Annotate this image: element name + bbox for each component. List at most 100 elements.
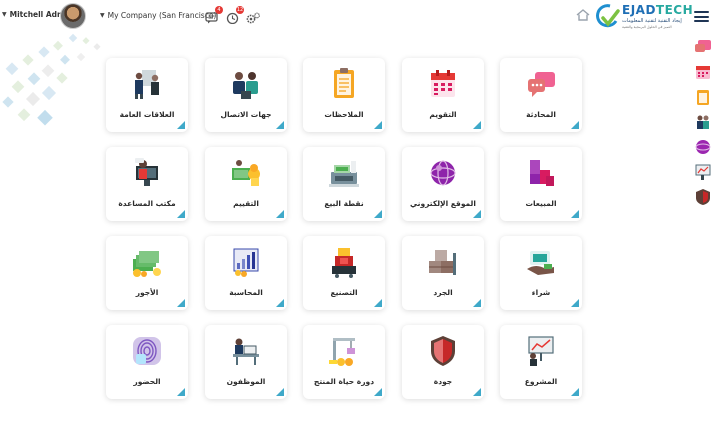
app-label: المحادثة xyxy=(526,110,556,119)
calendar-icon[interactable] xyxy=(694,63,712,81)
avatar[interactable] xyxy=(60,3,86,29)
company-name: My Company (San Francisco) xyxy=(107,11,217,20)
corner-accent xyxy=(571,210,579,218)
calendar-icon xyxy=(431,70,455,97)
app-tile[interactable]: الحضور xyxy=(106,325,188,399)
app-tile[interactable]: التقويم xyxy=(402,58,484,132)
corner-accent xyxy=(177,388,185,396)
messages-badge: 4 xyxy=(215,6,223,14)
rating-money-icon xyxy=(232,160,260,186)
app-label: الموقع الإلكتروني xyxy=(410,199,476,208)
company-switcher[interactable]: ▼ My Company (San Francisco) xyxy=(100,11,216,20)
app-label: جودة xyxy=(433,377,453,386)
app-tile[interactable]: المشروع xyxy=(500,325,582,399)
app-label: الأجور xyxy=(135,288,159,297)
app-label: المشروع xyxy=(524,377,558,386)
corner-accent xyxy=(177,210,185,218)
app-tile[interactable]: العلاقات العامة xyxy=(106,58,188,132)
app-tile[interactable]: الموظفون xyxy=(205,325,287,399)
app-label: المبيعات xyxy=(525,199,557,208)
app-tile[interactable]: الموقع الإلكتروني xyxy=(402,147,484,221)
corner-accent xyxy=(276,299,284,307)
activities-systray[interactable]: 12 xyxy=(226,6,244,25)
activities-badge: 12 xyxy=(236,6,244,14)
corner-accent xyxy=(571,121,579,129)
app-tile[interactable]: المحاسبة xyxy=(205,236,287,310)
chat-bubbles-icon[interactable] xyxy=(694,38,712,56)
settings-systray[interactable] xyxy=(246,9,260,24)
right-app-dock xyxy=(690,38,715,213)
app-label: دورة حياة المنتج xyxy=(313,377,375,386)
gear-icon xyxy=(246,12,260,24)
manufacturing-icon xyxy=(332,248,356,278)
quality-shield-icon xyxy=(431,336,455,366)
quality-shield-icon[interactable] xyxy=(694,188,712,206)
contacts-icon xyxy=(233,72,258,99)
app-label: التصنيع xyxy=(330,288,358,297)
corner-accent xyxy=(473,299,481,307)
app-tile[interactable]: الملاحظات xyxy=(303,58,385,132)
contacts-icon[interactable] xyxy=(694,113,712,131)
corner-accent xyxy=(571,299,579,307)
caret-down-icon: ▼ xyxy=(100,12,105,19)
app-label: جهات الاتصال xyxy=(220,110,272,119)
payroll-money-icon xyxy=(133,251,161,277)
corner-accent xyxy=(177,299,185,307)
corner-accent xyxy=(276,121,284,129)
cash-register-icon xyxy=(329,161,359,187)
messages-systray[interactable]: 4 xyxy=(205,6,223,24)
app-label: نقطة البيع xyxy=(324,199,364,208)
app-label: الجرد xyxy=(433,288,453,297)
corner-accent xyxy=(473,388,481,396)
corner-accent xyxy=(276,388,284,396)
app-label: شراء xyxy=(531,288,551,297)
app-tile[interactable]: المحادثة xyxy=(500,58,582,132)
corner-accent xyxy=(473,210,481,218)
app-label: مكتب المساعدة xyxy=(118,199,176,208)
corner-accent xyxy=(276,210,284,218)
chat-bubbles-icon xyxy=(528,72,555,97)
corner-accent xyxy=(473,121,481,129)
corner-accent xyxy=(374,299,382,307)
app-label: التقويم xyxy=(429,110,457,119)
corner-accent xyxy=(374,121,382,129)
app-tile[interactable]: التقييم xyxy=(205,147,287,221)
app-tile[interactable]: الأجور xyxy=(106,236,188,310)
app-label: التقييم xyxy=(233,199,259,208)
ejad-logo-icon xyxy=(596,4,620,28)
corner-accent xyxy=(177,121,185,129)
notes-clipboard-icon[interactable] xyxy=(694,88,712,106)
app-tile[interactable]: شراء xyxy=(500,236,582,310)
notes-clipboard-icon xyxy=(334,68,354,98)
app-label: الحضور xyxy=(133,377,161,386)
purchase-hand-icon xyxy=(527,251,554,275)
top-navbar: ▼ Mitchell Admin ▼ My Company (San Franc… xyxy=(0,0,715,32)
corner-accent xyxy=(571,388,579,396)
app-label: الملاحظات xyxy=(324,110,364,119)
app-tile[interactable]: جهات الاتصال xyxy=(205,58,287,132)
plm-crane-icon xyxy=(329,338,355,366)
app-tile[interactable]: دورة حياة المنتج xyxy=(303,325,385,399)
decorative-pattern xyxy=(2,33,101,126)
project-board-icon xyxy=(528,336,554,366)
app-tile[interactable]: المبيعات xyxy=(500,147,582,221)
app-tile[interactable]: مكتب المساعدة xyxy=(106,147,188,221)
menu-toggle-icon[interactable] xyxy=(694,11,709,22)
logo-tagline: التميز في الحلول البرمجية والتقنية xyxy=(622,25,672,29)
home-icon[interactable] xyxy=(576,9,590,21)
inventory-boxes-icon xyxy=(429,250,456,275)
app-tile[interactable]: جودة xyxy=(402,325,484,399)
logo-title: EJADTECH xyxy=(622,3,694,17)
employees-desk-icon xyxy=(233,338,259,365)
website-globe-icon xyxy=(430,160,456,186)
project-board-icon[interactable] xyxy=(694,163,712,181)
corner-accent xyxy=(374,388,382,396)
app-label: الموظفون xyxy=(226,377,266,386)
app-tile[interactable]: التصنيع xyxy=(303,236,385,310)
app-tile[interactable]: نقطة البيع xyxy=(303,147,385,221)
accounting-chart-icon xyxy=(233,248,259,277)
app-tile[interactable]: الجرد xyxy=(402,236,484,310)
brand-logo: EJADTECH إيجاد التقنية لتقنية المعلومات … xyxy=(596,2,693,32)
app-label: المحاسبة xyxy=(229,288,263,297)
website-globe-icon[interactable] xyxy=(694,138,712,156)
